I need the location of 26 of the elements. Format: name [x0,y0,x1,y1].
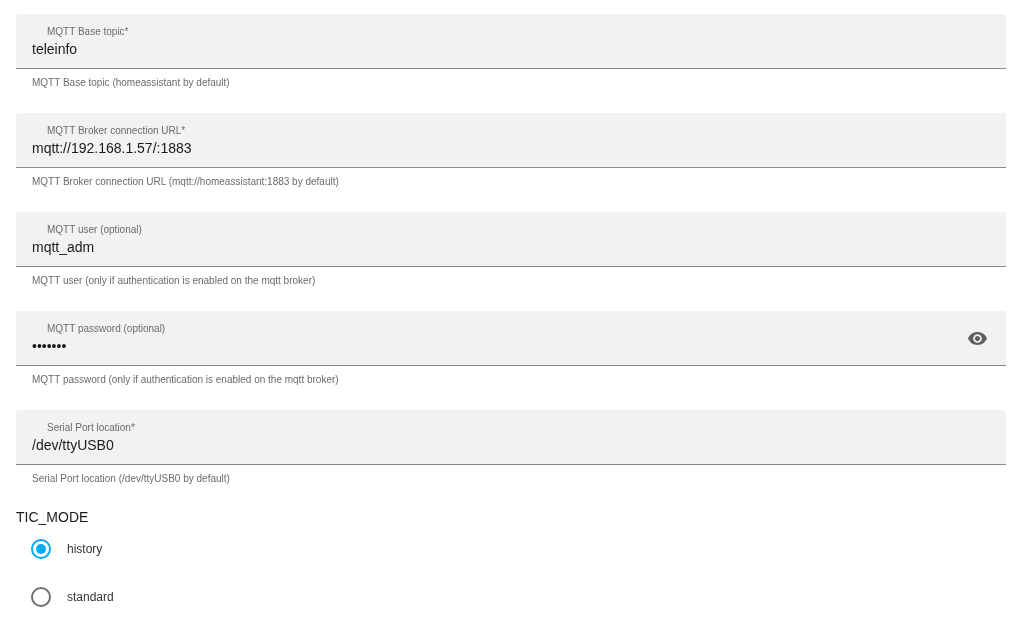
text-field[interactable]: MQTT user (optional) mqtt_adm [16,212,1006,267]
radio-option[interactable]: standard [31,587,114,607]
helper-text: MQTT Broker connection URL (mqtt://homeassistant:1883 by default) [32,175,339,188]
helper-text: MQTT user (only if authentication is enabled on the mqtt broker) [32,274,316,287]
radio-checked-icon[interactable] [31,539,51,559]
field-value: mqtt_adm [32,238,95,256]
field-label: MQTT Base topic* [47,26,129,38]
text-field[interactable]: MQTT password (optional) ••••••• [16,311,1006,366]
text-field[interactable]: MQTT Broker connection URL* mqtt://192.168.1.57/:1883 [16,113,1006,168]
text-field[interactable]: Serial Port location* /dev/ttyUSB0 [16,410,1006,465]
field-label: Serial Port location* [47,422,135,434]
group-label: TIC_MODE [16,509,89,525]
field-value: teleinfo [32,40,78,58]
helper-text: MQTT Base topic (homeassistant by default) [32,76,230,89]
field-value: /dev/ttyUSB0 [32,436,114,454]
helper-text: Serial Port location (/dev/ttyUSB0 by default) [32,472,230,485]
field-value: mqtt://192.168.1.57/:1883 [32,139,192,157]
eye-icon[interactable] [968,331,987,345]
field-label: MQTT Broker connection URL* [47,125,186,137]
field-value: ••••••• [32,337,67,355]
helper-text: MQTT password (only if authentication is enabled on the mqtt broker) [32,373,339,386]
field-label: MQTT password (optional) [47,323,166,335]
radio-option[interactable]: history [31,539,103,559]
text-field[interactable]: MQTT Base topic* teleinfo [16,14,1006,69]
radio-unchecked-icon[interactable] [31,587,51,607]
field-label: MQTT user (optional) [47,224,142,236]
